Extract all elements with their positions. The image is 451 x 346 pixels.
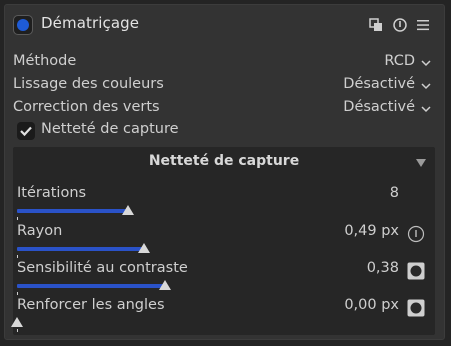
slider-thumb[interactable] (159, 280, 171, 290)
module-header[interactable]: Dématriçage (5, 5, 444, 45)
green-correction-value[interactable]: Désactivé (343, 99, 415, 115)
menu-icon[interactable] (416, 18, 430, 32)
slider-label: Rayon (17, 223, 63, 239)
slider-thumb[interactable] (122, 205, 134, 215)
slider-label: Itérations (17, 185, 87, 201)
module-enable-dot (17, 19, 29, 31)
slider-zero-tick (17, 217, 18, 220)
slider-fill (17, 247, 144, 251)
capture-sharpening-checkbox-label[interactable]: Netteté de capture (41, 121, 179, 137)
slider-fill (17, 209, 128, 213)
capture-sharpening-section: Netteté de capture Itérations 8 Rayon 0,… (11, 147, 435, 335)
reset-icon[interactable] (393, 18, 407, 32)
method-label: Méthode (13, 53, 77, 69)
slider-zero-tick (17, 329, 18, 332)
slider-value[interactable]: 8 (390, 185, 399, 201)
slider-thumb[interactable] (11, 317, 23, 327)
mask-toggle-icon[interactable] (407, 299, 425, 317)
slider-fill (17, 284, 165, 288)
slider-value[interactable]: 0,38 (367, 260, 399, 276)
module-title: Dématriçage (41, 14, 140, 32)
info-icon[interactable] (407, 225, 425, 243)
color-smoothing-row[interactable]: Lissage des couleurs Désactivé (13, 76, 431, 96)
color-smoothing-label: Lissage des couleurs (13, 76, 164, 92)
iterations-slider[interactable]: Itérations 8 (17, 185, 427, 221)
radius-slider[interactable]: Rayon 0,49 px (17, 223, 427, 259)
mask-toggle-icon[interactable] (407, 262, 425, 280)
slider-value[interactable]: 0,00 px (344, 297, 399, 313)
section-title[interactable]: Netteté de capture (13, 153, 435, 169)
presets-icon[interactable] (369, 18, 383, 32)
green-correction-label: Correction des verts (13, 99, 160, 115)
slider-thumb[interactable] (138, 243, 150, 253)
demosaic-module: Dématriçage Méthode RCD Lissage des coul… (4, 4, 445, 340)
slider-zero-tick (17, 255, 18, 258)
chevron-down-icon[interactable] (421, 82, 431, 90)
chevron-down-icon[interactable] (421, 59, 431, 67)
chevron-down-icon[interactable] (421, 105, 431, 113)
slider-zero-tick (17, 292, 18, 295)
capture-sharpening-checkbox[interactable] (17, 122, 35, 140)
slider-label: Sensibilité au contraste (17, 260, 188, 276)
method-value[interactable]: RCD (384, 53, 415, 69)
slider-value[interactable]: 0,49 px (344, 223, 399, 239)
contrast-sensitivity-slider[interactable]: Sensibilité au contraste 0,38 (17, 260, 427, 296)
corner-boost-slider[interactable]: Renforcer les angles 0,00 px (11, 297, 427, 333)
method-row[interactable]: Méthode RCD (13, 53, 431, 73)
color-smoothing-value[interactable]: Désactivé (343, 76, 415, 92)
slider-label: Renforcer les angles (17, 297, 165, 313)
module-enable-icon[interactable] (13, 15, 33, 35)
collapse-triangle-icon[interactable] (415, 158, 427, 168)
checkmark-icon (20, 126, 32, 137)
green-correction-row[interactable]: Correction des verts Désactivé (13, 99, 431, 119)
